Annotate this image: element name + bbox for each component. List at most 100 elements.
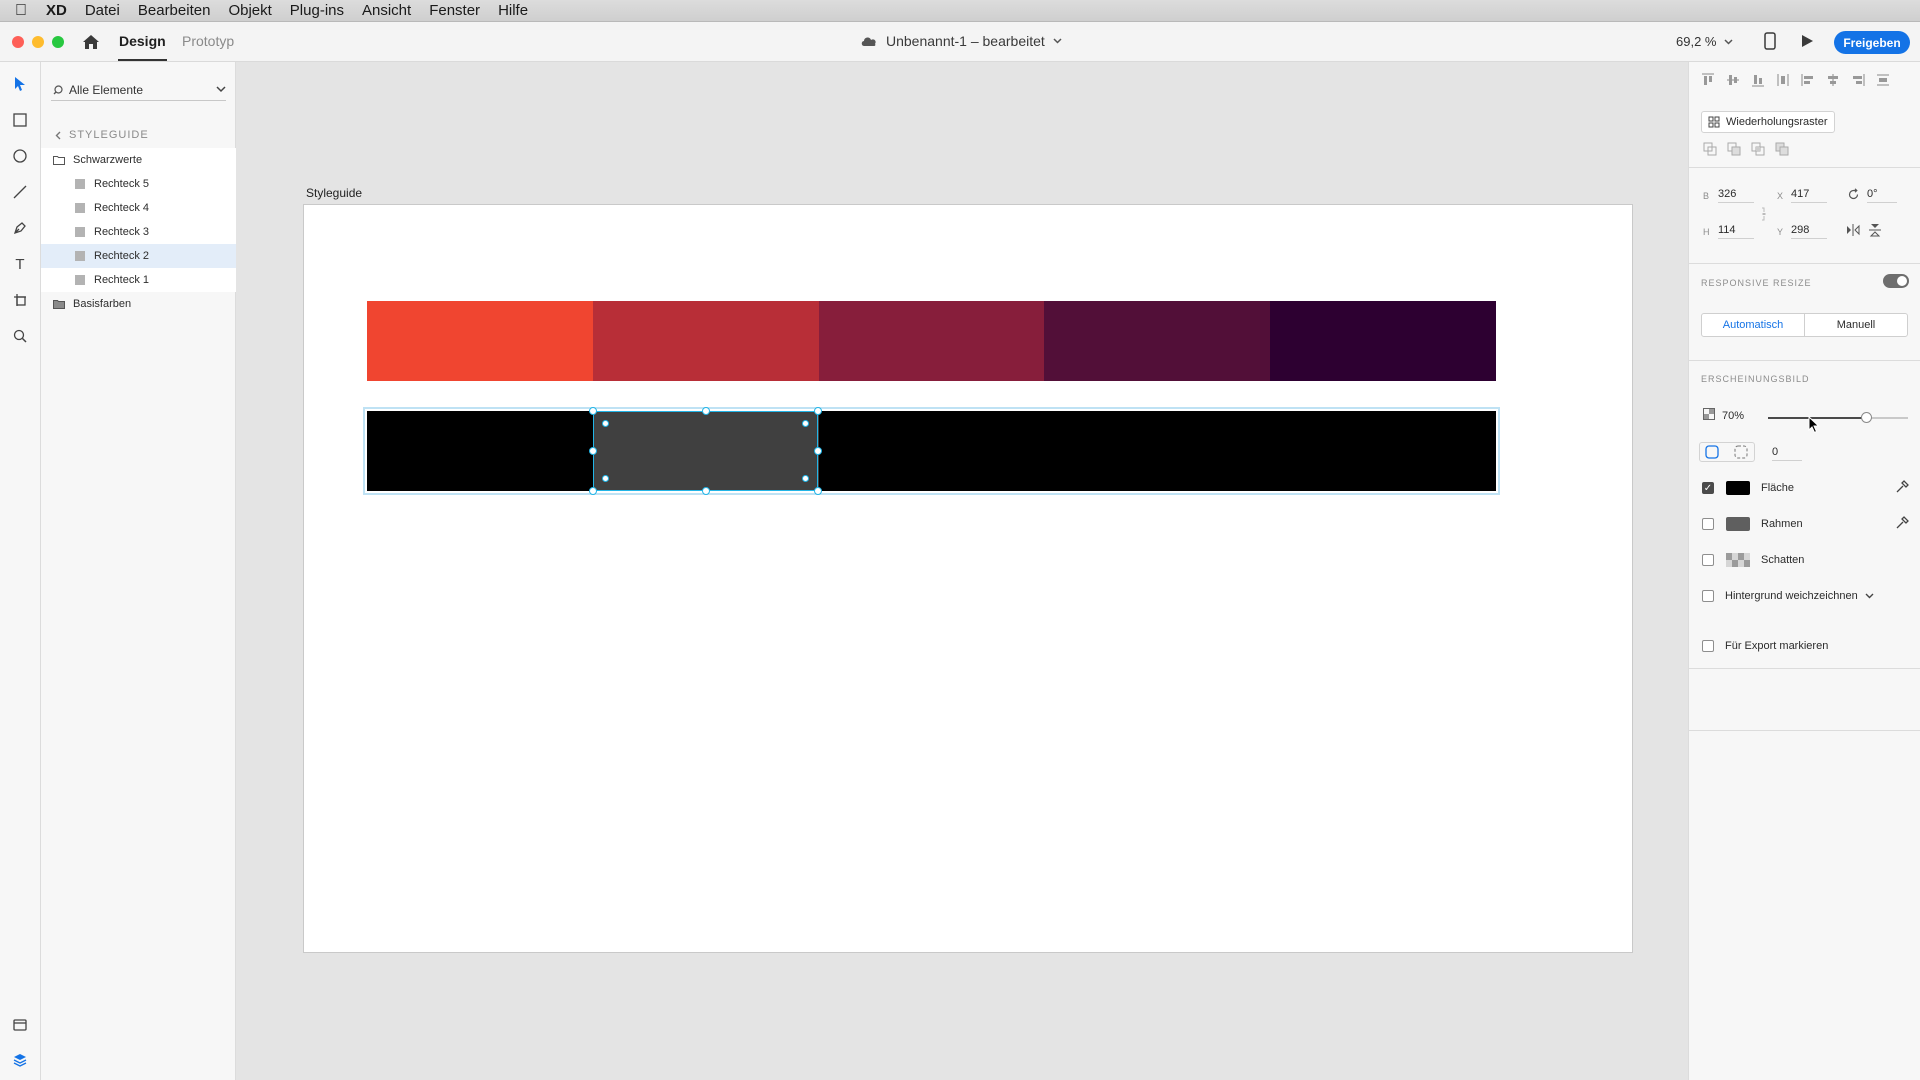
menu-objekt[interactable]: Objekt <box>219 2 280 19</box>
y-field[interactable]: 298 <box>1791 224 1827 239</box>
play-icon[interactable] <box>1800 34 1814 48</box>
black-swatch-4[interactable] <box>1044 411 1271 491</box>
menu-ansicht[interactable]: Ansicht <box>353 2 420 19</box>
menu-bearbeiten[interactable]: Bearbeiten <box>129 2 220 19</box>
resize-handle[interactable] <box>589 487 597 495</box>
align-center-icon[interactable] <box>1826 73 1840 87</box>
color-swatch-2[interactable] <box>592 301 819 381</box>
resize-mode-auto[interactable]: Automatisch <box>1702 314 1805 336</box>
layer-group-schwarzwerte[interactable]: Schwarzwerte <box>41 148 236 172</box>
eyedropper-icon[interactable] <box>1895 516 1909 530</box>
breadcrumb[interactable]: STYLEGUIDE <box>55 129 149 141</box>
corner-radius-handle[interactable] <box>802 475 809 482</box>
share-button[interactable]: Freigeben <box>1834 31 1910 54</box>
background-blur-checkbox[interactable]: ✓ <box>1702 590 1714 602</box>
resize-handle[interactable] <box>702 487 710 495</box>
device-preview-icon[interactable] <box>1764 32 1776 50</box>
fill-color-swatch[interactable] <box>1726 481 1750 495</box>
resize-handle[interactable] <box>702 407 710 415</box>
layer-group-basisfarben[interactable]: Basisfarben <box>41 292 236 316</box>
opacity-slider[interactable] <box>1768 412 1908 423</box>
layer-item-rechteck-1[interactable]: Rechteck 1 <box>41 268 236 292</box>
fill-checkbox[interactable]: ✓ <box>1702 482 1714 494</box>
border-color-swatch[interactable] <box>1726 517 1750 531</box>
close-window-button[interactable] <box>12 36 24 48</box>
eyedropper-icon[interactable] <box>1895 480 1909 494</box>
menu-fenster[interactable]: Fenster <box>420 2 489 19</box>
layer-item-rechteck-4[interactable]: Rechteck 4 <box>41 196 236 220</box>
artboard-label[interactable]: Styleguide <box>306 186 362 200</box>
export-checkbox[interactable]: ✓ <box>1702 640 1714 652</box>
minimize-window-button[interactable] <box>32 36 44 48</box>
corner-radius-handle[interactable] <box>602 475 609 482</box>
color-swatch-5[interactable] <box>1270 301 1496 381</box>
zoom-window-button[interactable] <box>52 36 64 48</box>
resize-handle[interactable] <box>814 487 822 495</box>
distribute-vertical-icon[interactable] <box>1776 73 1790 87</box>
color-swatch-3[interactable] <box>818 301 1045 381</box>
resize-handle[interactable] <box>814 407 822 415</box>
apple-menu-icon[interactable]:  <box>0 2 42 20</box>
lock-aspect-icon[interactable] <box>1761 207 1767 221</box>
ellipse-tool-icon[interactable] <box>10 146 30 166</box>
boolean-subtract-icon[interactable] <box>1727 142 1741 156</box>
border-checkbox[interactable]: ✓ <box>1702 518 1714 530</box>
layer-filter-dropdown[interactable]: Alle Elemente <box>51 79 226 101</box>
distribute-horizontal-icon[interactable] <box>1876 73 1890 87</box>
x-field[interactable]: 417 <box>1791 188 1827 203</box>
zoom-dropdown[interactable]: 69,2 % <box>1676 34 1734 49</box>
opacity-slider-thumb[interactable] <box>1861 412 1872 423</box>
menu-hilfe[interactable]: Hilfe <box>489 2 537 19</box>
align-left-icon[interactable] <box>1801 73 1815 87</box>
menu-app-xd[interactable]: XD <box>42 2 76 19</box>
text-tool-icon[interactable]: T <box>10 254 30 274</box>
shadow-swatch-icon[interactable] <box>1726 553 1750 567</box>
flip-horizontal-icon[interactable] <box>1846 224 1860 236</box>
layer-item-rechteck-5[interactable]: Rechteck 5 <box>41 172 236 196</box>
black-swatch-5[interactable] <box>1270 411 1496 491</box>
chevron-down-icon[interactable] <box>1865 593 1874 599</box>
align-middle-icon[interactable] <box>1726 73 1740 87</box>
align-top-icon[interactable] <box>1701 73 1715 87</box>
tab-design[interactable]: Design <box>118 33 167 61</box>
layer-item-rechteck-3[interactable]: Rechteck 3 <box>41 220 236 244</box>
color-swatch-4[interactable] <box>1044 301 1271 381</box>
width-field[interactable]: 326 <box>1718 188 1754 203</box>
assets-panel-icon[interactable] <box>10 1015 30 1035</box>
opacity-field[interactable]: 70% <box>1722 410 1744 422</box>
menu-datei[interactable]: Datei <box>76 2 129 19</box>
background-blur-label[interactable]: Hintergrund weichzeichnen <box>1725 590 1858 602</box>
color-swatch-1[interactable] <box>367 301 593 381</box>
boolean-add-icon[interactable] <box>1703 142 1717 156</box>
resize-handle[interactable] <box>589 407 597 415</box>
document-title[interactable]: Unbenannt-1 – bearbeitet <box>860 33 1062 49</box>
home-icon[interactable] <box>80 31 102 53</box>
black-swatch-1[interactable] <box>367 411 593 491</box>
flip-vertical-icon[interactable] <box>1869 223 1881 237</box>
boolean-exclude-icon[interactable] <box>1775 142 1789 156</box>
menu-plugins[interactable]: Plug-ins <box>281 2 353 19</box>
select-tool-icon[interactable] <box>10 74 30 94</box>
black-swatch-3[interactable] <box>818 411 1045 491</box>
pen-tool-icon[interactable] <box>10 218 30 238</box>
align-bottom-icon[interactable] <box>1751 73 1765 87</box>
rectangle-tool-icon[interactable] <box>10 110 30 130</box>
corner-radius-field[interactable]: 0 <box>1772 446 1802 461</box>
resize-mode-manual[interactable]: Manuell <box>1805 314 1907 336</box>
layers-panel-icon[interactable] <box>10 1050 30 1070</box>
layer-item-rechteck-2[interactable]: Rechteck 2 <box>41 244 236 268</box>
artboard-tool-icon[interactable] <box>10 290 30 310</box>
corner-radius-handle[interactable] <box>802 420 809 427</box>
height-field[interactable]: 114 <box>1718 224 1754 239</box>
selection-box[interactable] <box>589 407 822 495</box>
repeat-grid-button[interactable]: Wiederholungsraster <box>1701 111 1835 133</box>
responsive-resize-toggle[interactable] <box>1883 274 1909 288</box>
zoom-tool-icon[interactable] <box>10 326 30 346</box>
corner-radius-handle[interactable] <box>602 420 609 427</box>
align-right-icon[interactable] <box>1851 73 1865 87</box>
shadow-checkbox[interactable]: ✓ <box>1702 554 1714 566</box>
resize-handle[interactable] <box>589 447 597 455</box>
rotation-field[interactable]: 0° <box>1867 188 1897 203</box>
resize-handle[interactable] <box>814 447 822 455</box>
line-tool-icon[interactable] <box>10 182 30 202</box>
